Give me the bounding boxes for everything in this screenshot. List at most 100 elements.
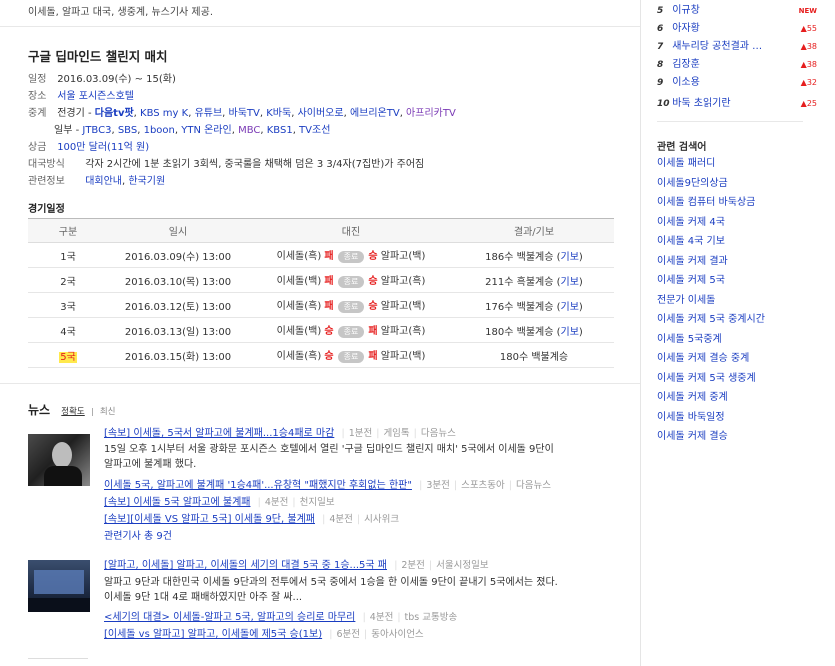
result-left: 패 bbox=[324, 301, 334, 312]
kibo-link[interactable]: 기보 bbox=[561, 327, 579, 338]
news-title-link[interactable]: [알파고, 이세돌] 알파고, 이세돌의 세기의 대결 5국 중 1승...5국… bbox=[104, 560, 387, 571]
channel-link[interactable]: 에브리온TV bbox=[350, 108, 400, 119]
rank-item[interactable]: 6 아자황 ▲55 bbox=[657, 21, 817, 37]
related-search-item[interactable]: 이세돌 커제 결승 중계 bbox=[657, 351, 749, 367]
status-badge: 종료 bbox=[337, 326, 365, 338]
rank-change: ▲38 bbox=[801, 57, 817, 73]
thumbnail-face bbox=[52, 442, 72, 468]
related-search-item[interactable]: 전문가 이세돌 bbox=[657, 293, 715, 309]
date-cell: 2016.03.15(화) 13:00 bbox=[108, 342, 248, 368]
prize-link[interactable]: 100만 달러(11억 원) bbox=[57, 142, 149, 153]
player-left: 이세돌(백) bbox=[276, 326, 322, 337]
related-search-item[interactable]: 이세돌 컴퓨터 바둑상금 bbox=[657, 195, 755, 211]
rank-number: 5 bbox=[657, 6, 664, 16]
rank-item[interactable]: 10 바둑 초읽기란 ▲25 bbox=[657, 96, 817, 112]
related-link-kbaduk[interactable]: 한국기원 bbox=[128, 176, 165, 187]
date-cell: 2016.03.10(목) 13:00 bbox=[108, 267, 248, 293]
result-right: 패 bbox=[368, 351, 378, 362]
player-left: 이세돌(흑) bbox=[276, 251, 322, 262]
kibo-link[interactable]: 기보 bbox=[561, 252, 579, 263]
related-search-item[interactable]: 이세돌 바둑일정 bbox=[657, 410, 725, 426]
info-prize: 상금 100만 달러(11억 원) bbox=[28, 141, 149, 155]
table-row: 1국 2016.03.09(수) 13:00 이세돌(흑) 패 종료 승 알파고(백… bbox=[28, 242, 614, 268]
player-right: 알파고(백) bbox=[380, 301, 426, 312]
news-sub-link[interactable]: [이세돌 vs 알파고] 알파고, 이세돌에 제5국 승(1보) bbox=[104, 629, 322, 640]
related-search-item[interactable]: 이세돌9단의상금 bbox=[657, 176, 728, 192]
status-badge: 종료 bbox=[337, 276, 365, 288]
top-summary-text: 이세돌, 알파고 대국, 생중계, 뉴스기사 제공. bbox=[28, 7, 214, 18]
related-search-item[interactable]: 이세돌 커제 결승 bbox=[657, 429, 728, 445]
news-sub-link[interactable]: [속보][이세돌 VS 알파고 5국] 이세돌 9단, 불계패 bbox=[104, 514, 315, 525]
channel-link[interactable]: 유튜브 bbox=[195, 108, 223, 119]
result-left: 승 bbox=[324, 326, 334, 337]
rank-change: ▲38 bbox=[801, 39, 817, 55]
kibo-link[interactable]: 기보 bbox=[561, 302, 579, 313]
column-header: 결과/기보 bbox=[454, 218, 614, 243]
related-link-guide[interactable]: 대회안내 bbox=[85, 176, 122, 187]
sort-accuracy-tab[interactable]: 정확도 bbox=[61, 407, 84, 417]
rank-number: 6 bbox=[657, 24, 664, 34]
schedule-table: 구분 일시 대진 결과/기보 1국 2016.03.09(수) 13:00 이세… bbox=[28, 218, 614, 368]
news-sub-link[interactable]: <세기의 대결> 이세돌-알파고 5국, 알파고의 승리로 마무리 bbox=[104, 612, 355, 623]
news-thumbnail[interactable] bbox=[28, 560, 90, 612]
rank-name: 김장훈 bbox=[672, 59, 700, 70]
news-sub-link[interactable]: [속보] 이세돌 5국 알파고에 불계패 bbox=[104, 497, 250, 508]
divider bbox=[28, 658, 88, 659]
channel-link[interactable]: 아프리카TV bbox=[406, 108, 456, 119]
player-left: 이세돌(백) bbox=[276, 276, 322, 287]
rank-name: 바둑 초읽기란 bbox=[672, 98, 731, 109]
rank-item[interactable]: 8 김장훈 ▲38 bbox=[657, 57, 817, 73]
rank-item[interactable]: 5 이규창 NEW bbox=[657, 3, 817, 19]
info-label: 관련정보 bbox=[28, 176, 65, 187]
channel-link[interactable]: 바둑TV bbox=[229, 108, 260, 119]
rank-name: 이규창 bbox=[672, 5, 700, 16]
news-section-title: 뉴스 bbox=[28, 403, 51, 417]
result-cell: 180수 백불계승 (기보) bbox=[454, 317, 614, 343]
news-source: 시사위크 bbox=[364, 514, 400, 525]
related-search-item[interactable]: 이세돌 커제 5국 bbox=[657, 273, 725, 289]
result-left: 승 bbox=[324, 351, 334, 362]
channel-link[interactable]: JTBC3 bbox=[82, 125, 111, 136]
channel-link[interactable]: KBS my K bbox=[140, 108, 188, 119]
channel-link[interactable]: 1boon bbox=[144, 125, 175, 136]
rank-item[interactable]: 7 새누리당 공천결과 … ▲38 bbox=[657, 39, 817, 55]
player-right: 알파고(백) bbox=[380, 351, 426, 362]
channel-link[interactable]: KBS1 bbox=[267, 125, 293, 136]
channel-link[interactable]: SBS bbox=[118, 125, 137, 136]
related-articles-link[interactable]: 관련기사 총 9건 bbox=[104, 531, 172, 542]
place-link[interactable]: 서울 포시즌스호텔 bbox=[57, 91, 134, 102]
round-cell: 1국 bbox=[28, 242, 108, 268]
channel-link[interactable]: TV조선 bbox=[299, 125, 330, 136]
rank-number: 10 bbox=[657, 99, 670, 109]
main-content: 이세돌, 알파고 대국, 생중계, 뉴스기사 제공. 구글 딥마인드 챌린지 매… bbox=[0, 0, 640, 666]
sort-latest-tab[interactable]: 최신 bbox=[100, 407, 116, 417]
related-search-item[interactable]: 이세돌 패러디 bbox=[657, 156, 715, 172]
related-search-item[interactable]: 이세돌 커제 결과 bbox=[657, 254, 728, 270]
news-sub-link[interactable]: 이세돌 5국, 알파고에 불계패 '1승4패'...유창혁 "패했지만 후회없는… bbox=[104, 480, 412, 491]
news-time: 2분전 bbox=[401, 560, 425, 571]
kibo-link[interactable]: 기보 bbox=[561, 277, 579, 288]
related-search-item[interactable]: 이세돌 4국 기보 bbox=[657, 234, 725, 250]
channel-link[interactable]: MBC bbox=[238, 125, 260, 136]
rank-number: 9 bbox=[657, 78, 664, 88]
channel-link[interactable]: 사이버오로 bbox=[298, 108, 344, 119]
news-thumbnail[interactable] bbox=[28, 434, 90, 486]
news-title-link[interactable]: [속보] 이세돌, 5국서 알파고에 불계패...1승4패로 마감 bbox=[104, 428, 334, 439]
related-search-item[interactable]: 이세돌 커제 5국 생중계 bbox=[657, 371, 756, 387]
channel-link[interactable]: K바둑 bbox=[266, 108, 291, 119]
rank-change-value: 38 bbox=[806, 42, 817, 51]
result-text: 211수 흑불계승 bbox=[485, 276, 554, 288]
channel-link[interactable]: YTN 온라인 bbox=[181, 125, 231, 136]
news-sub-row: [속보] 이세돌 5국 알파고에 불계패 | 4분전 | 천지일보 bbox=[104, 497, 335, 508]
rank-item[interactable]: 9 이소용 ▲32 bbox=[657, 75, 817, 91]
channel-link-daum[interactable]: 다음tv팟 bbox=[95, 108, 134, 119]
related-search-item[interactable]: 이세돌 5국중계 bbox=[657, 332, 722, 348]
thumbnail-screen bbox=[34, 570, 84, 594]
related-search-item[interactable]: 이세돌 커제 5국 중계시간 bbox=[657, 312, 765, 328]
related-search-item[interactable]: 이세돌 커제 4국 bbox=[657, 215, 725, 231]
date-cell: 2016.03.09(수) 13:00 bbox=[108, 242, 248, 268]
related-search-title: 관련 검색어 bbox=[657, 142, 707, 153]
table-header-row: 구분 일시 대진 결과/기보 bbox=[28, 218, 614, 243]
related-search-item[interactable]: 이세돌 커제 중계 bbox=[657, 390, 728, 406]
rank-change: ▲25 bbox=[801, 96, 817, 112]
